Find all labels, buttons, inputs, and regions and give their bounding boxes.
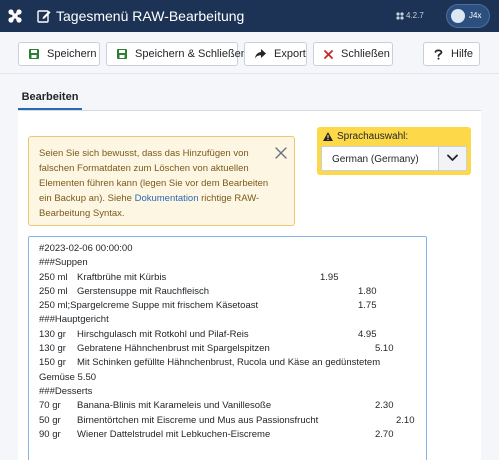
app-header: Tagesmenü RAW-Bearbeitung 4.2.7 J4x [0, 0, 499, 32]
share-arrow-icon [255, 49, 266, 59]
line-item: Kraftbrühe mit Kürbis [77, 271, 167, 283]
line-price: 2.10 [396, 414, 415, 426]
line-price: 5.10 [375, 343, 394, 355]
tab-bearbeiten[interactable]: Bearbeiten [18, 88, 82, 110]
warning-alert: Seien Sie sich bewusst, dass das Hinzufü… [28, 136, 295, 226]
save-button[interactable]: Speichern [18, 42, 100, 66]
line-quantity: 130 gr [39, 328, 66, 340]
floppy-disk-icon [117, 49, 127, 59]
times-icon [324, 49, 333, 59]
language-select-value: German (Germany) [332, 154, 419, 165]
page-title: Tagesmenü RAW-Bearbeitung [56, 8, 245, 24]
line-price: 2.70 [375, 428, 394, 440]
line-quantity: 250 ml [39, 285, 68, 297]
line-text: #2023-02-06 00:00:00 [39, 243, 133, 254]
line-quantity: 50 gr [39, 414, 61, 426]
language-select[interactable]: German (Germany) [321, 146, 467, 171]
raw-editor-textarea[interactable]: #2023-02-06 00:00:00 ###Suppen 250 ml Kraft… [28, 236, 427, 460]
close-icon[interactable] [275, 147, 287, 159]
line-text: ###Hauptgericht [39, 314, 109, 326]
line-quantity: 250 ml [39, 271, 68, 283]
line-price: 1.75 [358, 300, 377, 312]
language-dropdown-button[interactable] [438, 147, 466, 170]
export-button[interactable]: Export [244, 42, 307, 66]
line-quantity: 70 gr [39, 400, 61, 412]
line-item: Hirschgulasch mit Rotkohl und Pilaf-Reis [77, 328, 249, 340]
line-price: 4.95 [358, 328, 377, 340]
language-label: Sprachauswahl: [337, 131, 409, 142]
warning-triangle-icon [323, 132, 333, 141]
line-quantity: 150 gr [39, 357, 66, 369]
line-text: ###Suppen [39, 257, 88, 269]
j4x-menu-button[interactable]: J4x [446, 4, 490, 28]
line-item: Birnentörtchen mit Eiscreme und Mus aus … [77, 414, 319, 426]
line-quantity: 90 gr [39, 428, 61, 440]
line-item: Gerstensuppe mit Rauchfleisch [77, 285, 210, 297]
joomla-logo-icon[interactable] [6, 7, 24, 25]
language-selection-box: Sprachauswahl: German (Germany) [317, 127, 471, 175]
version-label: 4.2.7 [406, 11, 424, 20]
line-item: Banana-Blinis mit Karameleis und Vanille… [77, 400, 272, 412]
joomla-version-icon [396, 12, 404, 20]
j4x-label: J4x [469, 11, 482, 20]
line-quantity: 130 gr [39, 343, 66, 355]
edit-icon [37, 10, 51, 23]
line-price: 2.30 [375, 400, 394, 412]
line-item: Mit Schinken gefüllte Hähnchenbrust, Ruc… [77, 357, 381, 369]
floppy-disk-icon [29, 49, 39, 59]
help-button[interactable]: Hilfe [423, 42, 480, 66]
export-label: Export [274, 48, 306, 60]
close-label: Schließen [341, 48, 390, 60]
documentation-link[interactable]: Dokumentation [135, 193, 199, 204]
line-text: 250 ml;Spargelcreme Suppe mit frischem K… [39, 300, 259, 312]
help-label: Hilfe [451, 48, 474, 60]
j4x-avatar-icon [451, 9, 465, 23]
page-gutter [489, 110, 499, 460]
question-icon [434, 49, 443, 60]
chevron-down-icon [447, 154, 458, 161]
line-price: 1.80 [358, 285, 377, 297]
save-close-button[interactable]: Speichern & Schließen [106, 42, 247, 66]
line-item: Wiener Dattelstrudel mit Lebkuchen-Eiscr… [77, 428, 271, 440]
save-close-label: Speichern & Schließen [135, 48, 247, 60]
save-label: Speichern [47, 48, 97, 60]
language-label-row: Sprachauswahl: [323, 131, 408, 142]
line-price: 1.95 [320, 271, 339, 283]
toolbar: Speichern Speichern & Schließen Export S… [0, 32, 499, 74]
line-item: Gebratene Hähnchenbrust mit Spargelspitz… [77, 343, 270, 355]
line-text: Gemüse 5.50 [39, 371, 97, 383]
line-text: ###Desserts [39, 385, 93, 397]
alert-message: Seien Sie sich bewusst, dass das Hinzufü… [39, 146, 269, 221]
close-button[interactable]: Schließen [313, 42, 393, 66]
